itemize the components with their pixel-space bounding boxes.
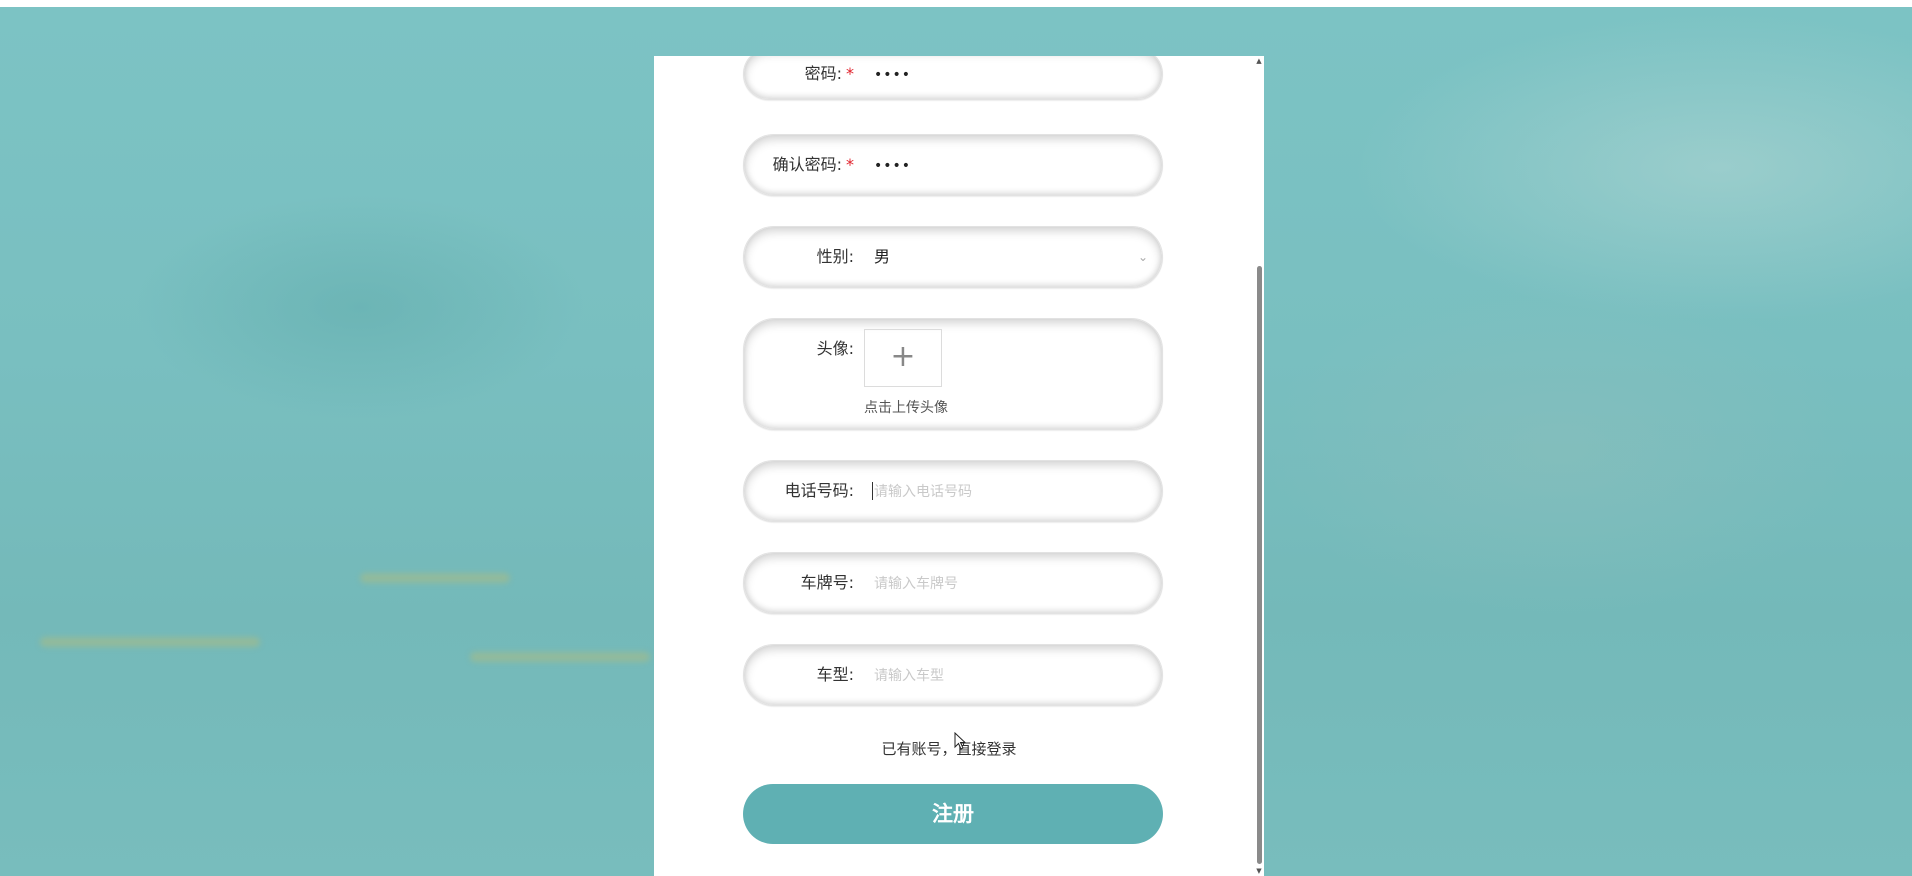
register-button[interactable]: 注册 [743,784,1163,844]
avatar-field: 头像: + 点击上传头像 [743,318,1163,430]
scrollbar[interactable]: ▲ ▼ [1254,56,1264,876]
plus-icon: + [890,339,916,374]
gender-value[interactable]: 男 [874,247,890,267]
scroll-up-icon[interactable]: ▲ [1254,56,1264,66]
scroll-down-icon[interactable]: ▼ [1254,866,1264,876]
scrollbar-thumb[interactable] [1257,266,1262,864]
confirm-password-label: 确认密码: * [772,155,854,174]
avatar-label: 头像: [816,339,854,358]
plate-input[interactable]: 请输入车牌号 [874,574,958,594]
password-field[interactable]: 密码: * •••• [743,56,1163,100]
mouse-cursor-icon [954,732,967,750]
gender-label: 性别: [816,247,854,266]
confirm-password-field[interactable]: 确认密码: * •••• [743,134,1163,196]
avatar-upload-button[interactable]: + [864,329,942,387]
phone-input[interactable]: 请输入电话号码 [874,482,972,502]
car-type-label: 车型: [816,665,854,684]
avatar-upload-caption: 点击上传头像 [864,400,948,416]
register-panel: 密码: * •••• 确认密码: * •••• 性别: 男 ⌄ 头像: + 点击上传… [654,56,1264,876]
confirm-password-input[interactable]: •••• [874,156,911,176]
phone-field[interactable]: 电话号码: 请输入电话号码 [743,460,1163,522]
password-label: 密码: * [804,64,854,83]
car-type-input[interactable]: 请输入车型 [874,666,944,686]
chevron-down-icon[interactable]: ⌄ [1138,247,1148,267]
required-mark: * [846,155,854,174]
car-type-field[interactable]: 车型: 请输入车型 [743,644,1163,706]
phone-label: 电话号码: [784,481,854,500]
text-caret [872,482,873,500]
page: 密码: * •••• 确认密码: * •••• 性别: 男 ⌄ 头像: + 点击上传… [0,0,1912,876]
gender-select[interactable]: 性别: 男 ⌄ [743,226,1163,288]
required-mark: * [846,64,854,83]
plate-field[interactable]: 车牌号: 请输入车牌号 [743,552,1163,614]
plate-label: 车牌号: [800,573,854,592]
login-link[interactable]: 已有账号，直接登录 [654,739,1244,759]
password-input[interactable]: •••• [874,65,911,85]
